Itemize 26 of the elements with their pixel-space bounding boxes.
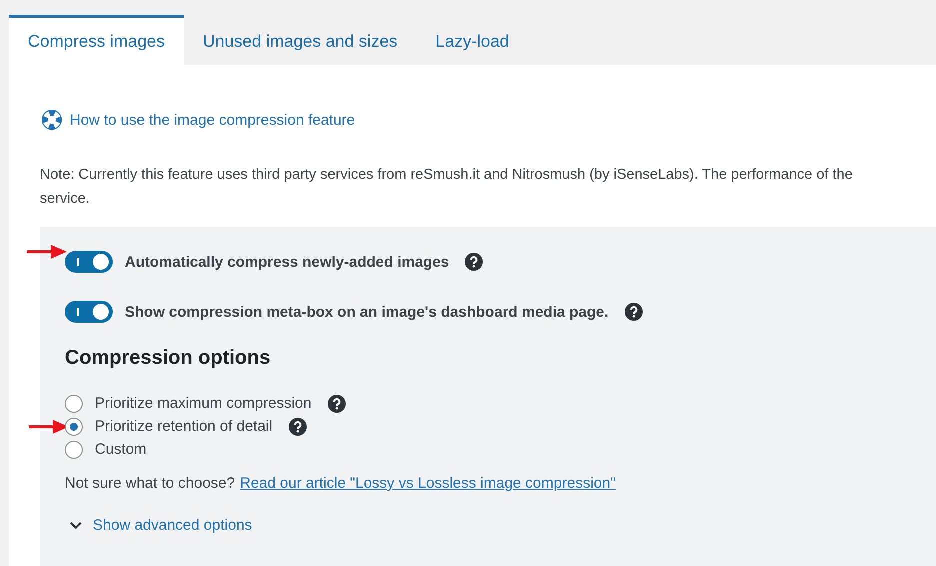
hint-text: Not sure what to choose?: [65, 475, 236, 492]
help-icon[interactable]: [624, 303, 643, 321]
radio-button[interactable]: [65, 418, 83, 436]
tab[interactable]: Lazy-load: [416, 15, 528, 65]
radio-button[interactable]: [65, 440, 83, 458]
toggle-switch[interactable]: [65, 251, 113, 273]
toggle-label: Automatically compress newly-added images: [125, 254, 450, 270]
help-link[interactable]: How to use the image compression feature: [70, 112, 356, 128]
note-text: Note: Currently this feature uses third party services from reSmush.it and Nitrosmush (by iSenseLabs). The performance of the: [40, 166, 854, 185]
lifebuoy-icon: [42, 110, 62, 130]
chevron-down-icon: [69, 520, 83, 530]
radio-label: Prioritize maximum compression: [95, 395, 312, 412]
help-icon[interactable]: [465, 253, 484, 271]
section-heading: Compression options: [65, 347, 272, 370]
note-text: service.: [40, 190, 91, 209]
radio-label: Custom: [95, 441, 147, 458]
radio-button[interactable]: [65, 394, 83, 412]
toggle-switch[interactable]: [65, 301, 113, 323]
help-icon[interactable]: [288, 418, 307, 436]
tab[interactable]: Compress images: [9, 15, 184, 65]
toggle-label: Show compression meta-box on an image's dashboard media page.: [125, 304, 609, 320]
tab[interactable]: Unused images and sizes: [184, 15, 417, 65]
article-link[interactable]: Read our article "Lossy vs Lossless image compression": [240, 475, 616, 492]
help-icon[interactable]: [328, 394, 346, 412]
advanced-options-toggle[interactable]: Show advanced options: [65, 517, 252, 534]
radio-label: Prioritize retention of detail: [95, 418, 273, 435]
